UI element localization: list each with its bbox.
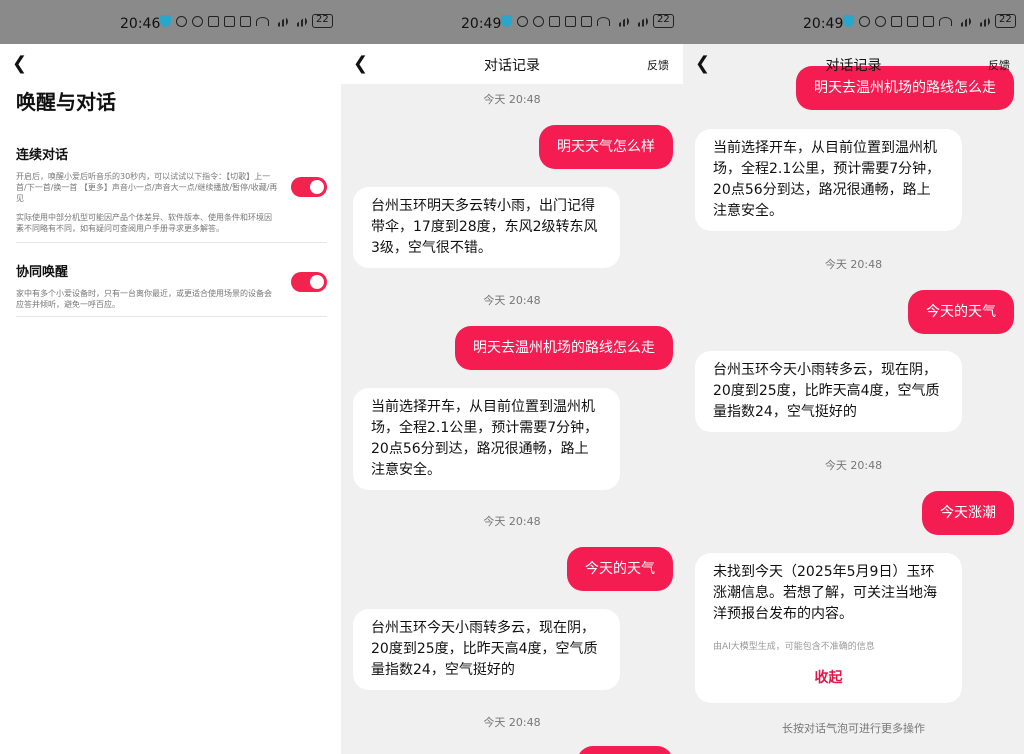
n-icon	[891, 15, 902, 27]
status-icons: 22	[501, 14, 674, 28]
wifi-icon	[597, 16, 610, 26]
eye-icon	[192, 15, 203, 27]
settings-panel: 20:46 22 ❮ 唤醒与对话 连续对话 开启后，唤醒小爱后听音乐的30秒内，…	[0, 0, 341, 754]
timestamp: 今天 20:48	[483, 716, 541, 729]
long-press-hint: 长按对话气泡可进行更多操作	[782, 722, 925, 735]
status-icons: 22	[843, 14, 1016, 28]
user-bubble[interactable]: 今天的天气	[567, 547, 673, 591]
chat-panel: 20:49 22 ❮ 对话记录 反馈 今天 20:48 明天天气怎么样 台州玉环…	[341, 0, 683, 754]
cowake-section: 协同唤醒 家中有多个小爱设备时，只有一台离你最近，或更适合使用场景的设备会应答并…	[16, 261, 327, 310]
feedback-button[interactable]: 反馈	[647, 57, 669, 73]
cowake-title: 协同唤醒	[16, 265, 69, 280]
battery-icon: 22	[995, 14, 1016, 28]
shield-icon	[843, 15, 854, 27]
nav-title: 对话记录	[484, 58, 540, 74]
bluetooth-icon	[240, 15, 251, 27]
continuous-dialog-note: 实际使用中部分机型可能因产品个体差异、软件版本、使用条件和环境因素不同略有不同，…	[16, 213, 272, 233]
status-time: 20:49	[461, 16, 502, 32]
nav-bar: ❮	[0, 44, 341, 84]
nav-bar: ❮ 对话记录 反馈	[683, 44, 1024, 84]
bluetooth-icon	[581, 15, 592, 27]
continuous-dialog-title: 连续对话	[16, 148, 69, 163]
user-bubble[interactable]: 今天的天气	[908, 290, 1014, 334]
status-icons: 22	[160, 14, 333, 28]
bot-answer-text: 未找到今天（2025年5月9日）玉环涨潮信息。若想了解，可关注当地海洋预报台发布…	[713, 564, 937, 622]
timestamp: 今天 20:48	[483, 294, 541, 307]
cowake-desc: 家中有多个小爱设备时，只有一台离你最近，或更适合使用场景的设备会应答并倾听，避免…	[16, 289, 272, 309]
divider	[16, 316, 327, 317]
user-bubble-partial[interactable]	[577, 746, 673, 754]
chat-panel-scrolled: 明天去温州机场的路线怎么走 20:49 22 ❮ 对话记录 反馈 当前选择开车，…	[683, 0, 1024, 754]
mute-icon	[224, 15, 235, 27]
timestamp: 今天 20:48	[483, 93, 541, 106]
bot-bubble[interactable]: 台州玉环明天多云转小雨，出门记得带伞，17度到28度，东风2级转东风3级，空气很…	[353, 187, 620, 268]
status-time: 20:46	[120, 16, 161, 32]
shield-icon	[501, 15, 512, 27]
page-title: 唤醒与对话	[16, 90, 116, 114]
nfc-icon	[176, 15, 187, 27]
status-bar: 20:46 22	[0, 0, 341, 44]
bot-bubble-expanded[interactable]: 未找到今天（2025年5月9日）玉环涨潮信息。若想了解，可关注当地海洋预报台发布…	[695, 553, 962, 703]
status-time: 20:49	[803, 16, 844, 32]
status-bar: 20:49 22	[683, 0, 1024, 44]
ai-disclaimer: 由AI大模型生成，可能包含不准确的信息	[713, 642, 875, 652]
signal2-icon	[293, 15, 307, 27]
continuous-dialog-desc: 开启后，唤醒小爱后听音乐的30秒内，可以试试以下指令：【切歌】上一首/下一首/换…	[16, 172, 278, 203]
battery-icon: 22	[653, 14, 674, 28]
timestamp: 今天 20:48	[824, 258, 883, 271]
status-bar: 20:49 22	[341, 0, 683, 44]
timestamp: 今天 20:48	[824, 459, 883, 472]
signal2-icon	[634, 15, 648, 27]
signal-icon	[957, 15, 971, 27]
nfc-icon	[859, 15, 870, 27]
bot-bubble[interactable]: 台州玉环今天小雨转多云，现在阴，20度到25度，比昨天高4度，空气质量指数24，…	[695, 351, 962, 432]
n-icon	[549, 15, 560, 27]
collapse-button[interactable]: 收起	[713, 668, 944, 689]
bot-bubble[interactable]: 当前选择开车，从目前位置到温州机场，全程2.1公里，预计需要7分钟，20点56分…	[695, 129, 962, 231]
divider	[16, 242, 327, 243]
user-bubble[interactable]: 明天去温州机场的路线怎么走	[455, 326, 673, 370]
back-icon[interactable]: ❮	[12, 54, 32, 74]
bluetooth-icon	[923, 15, 934, 27]
signal-icon	[615, 15, 629, 27]
continuous-dialog-toggle[interactable]	[291, 177, 327, 197]
wifi-icon	[256, 16, 269, 26]
nfc-icon	[517, 15, 528, 27]
user-bubble[interactable]: 今天涨潮	[922, 491, 1014, 535]
bot-bubble[interactable]: 台州玉环今天小雨转多云，现在阴，20度到25度，比昨天高4度，空气质量指数24，…	[353, 609, 620, 690]
wifi-icon	[939, 16, 952, 26]
eye-icon	[533, 15, 544, 27]
eye-icon	[875, 15, 886, 27]
bot-bubble[interactable]: 当前选择开车，从目前位置到温州机场，全程2.1公里，预计需要7分钟，20点56分…	[353, 388, 620, 490]
mute-icon	[565, 15, 576, 27]
signal2-icon	[976, 15, 990, 27]
shield-icon	[160, 15, 171, 27]
user-bubble[interactable]: 明天天气怎么样	[539, 125, 673, 169]
nav-title: 对话记录	[825, 58, 882, 74]
nav-bar: ❮ 对话记录 反馈	[341, 44, 683, 84]
timestamp: 今天 20:48	[483, 515, 541, 528]
mute-icon	[907, 15, 918, 27]
signal-icon	[274, 15, 288, 27]
continuous-dialog-section: 连续对话 开启后，唤醒小爱后听音乐的30秒内，可以试试以下指令：【切歌】上一首/…	[16, 144, 327, 234]
n-icon	[208, 15, 219, 27]
cowake-toggle[interactable]	[291, 272, 327, 292]
battery-icon: 22	[312, 14, 333, 28]
feedback-button[interactable]: 反馈	[988, 57, 1010, 73]
